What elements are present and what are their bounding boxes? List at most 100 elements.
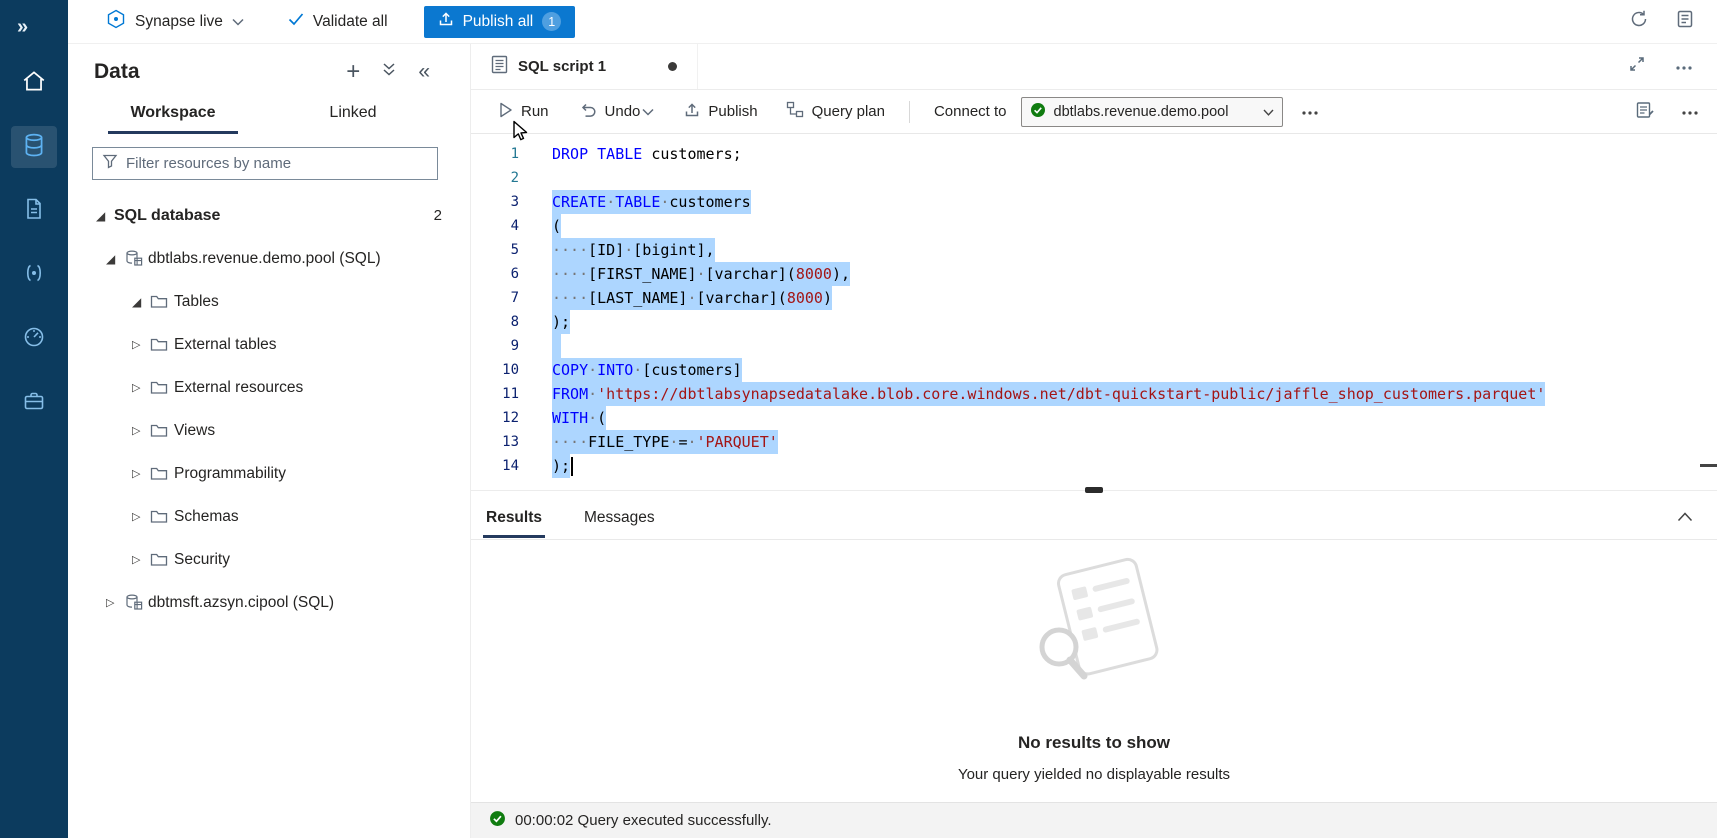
line-number: 8 [471,310,519,334]
code-line-10[interactable]: 10COPY·INTO·[customers] [471,358,1717,382]
tree-item-schemas[interactable]: ▷ Schemas [68,495,470,538]
publish-label: Publish [708,103,757,120]
expand-rail-button[interactable]: » [11,6,57,48]
collapse-panel-icon[interactable]: « [418,60,430,84]
code-line-1[interactable]: 1DROP TABLE customers; [471,142,1717,166]
pool-online-icon [1030,102,1046,122]
undo-icon [579,101,597,122]
chevron-collapsed-icon[interactable]: ▷ [132,381,150,394]
refresh-button[interactable] [1629,9,1649,34]
environment-picker[interactable]: Synapse live [106,9,244,34]
filter-resources-input[interactable] [126,155,428,172]
panel-splitter[interactable] [471,490,1717,496]
code-line-2[interactable]: 2 [471,166,1717,190]
home-icon [21,68,47,99]
nav-integrate-button[interactable] [11,254,57,296]
query-plan-button[interactable]: Query plan [786,101,885,122]
tree-item-views[interactable]: ▷Views [68,409,470,452]
code-editor[interactable]: 1DROP TABLE customers;23CREATE·TABLE·cus… [471,134,1717,490]
code-line-6[interactable]: 6····[FIRST_NAME]·[varchar](8000), [471,262,1717,286]
add-icon[interactable]: + [346,62,360,82]
chevron-collapsed-icon[interactable]: ▷ [132,424,150,437]
data-panel-header: Data + « [68,44,470,88]
code-line-12[interactable]: 12WITH·( [471,406,1717,430]
publish-all-icon [438,11,454,32]
undo-dropdown-button[interactable] [642,103,654,120]
nav-data-button[interactable] [11,126,57,168]
tab-messages[interactable]: Messages [581,498,658,538]
connect-to-pool-select[interactable]: dbtlabs.revenue.demo.pool [1021,97,1283,127]
tree-item-external-tables[interactable]: ▷ External tables [68,323,470,366]
success-check-icon [489,810,506,831]
code-line-5[interactable]: 5····[ID]·[bigint], [471,238,1717,262]
more-actions-button[interactable] [1301,103,1319,120]
code-line-4[interactable]: 4( [471,214,1717,238]
line-number: 3 [471,190,519,214]
clipboard-button[interactable] [1675,9,1695,34]
tree-item-external-resources[interactable]: ▷External resources [68,366,470,409]
run-label: Run [521,103,549,120]
tree-item-label: Security [174,551,230,569]
resource-tree: ◢SQL database2◢dbtlabs.revenue.demo.pool… [68,194,470,624]
empty-results-title: No results to show [471,733,1717,753]
data-panel-title: Data [94,60,140,84]
code-line-13[interactable]: 13····FILE_TYPE·=·'PARQUET' [471,430,1717,454]
code-line-8[interactable]: 8); [471,310,1717,334]
nav-rail: » [0,0,68,838]
collapse-results-button[interactable] [1677,509,1717,527]
chevron-collapsed-icon[interactable]: ▷ [132,553,150,566]
expand-editor-button[interactable] [1629,56,1645,77]
tree-item-sql-database[interactable]: ◢SQL database2 [68,194,470,237]
manage-icon [22,389,46,418]
chevron-expanded-icon[interactable]: ◢ [106,252,124,266]
validate-all-button[interactable]: Validate all [288,12,388,31]
environment-label: Synapse live [135,13,223,31]
nav-develop-button[interactable] [11,190,57,232]
tabstrip-more-button[interactable] [1675,58,1693,76]
chevron-collapsed-icon[interactable]: ▷ [132,467,150,480]
tab-sql-script-1[interactable]: SQL script 1 [471,44,698,89]
run-button[interactable]: Run [497,101,549,123]
undo-button[interactable]: Undo [579,101,641,122]
splitter-handle[interactable] [1085,487,1103,493]
tree-item-dbtlabs-revenue-demo-pool-sql[interactable]: ◢dbtlabs.revenue.demo.pool (SQL) [68,237,470,280]
tab-workspace[interactable]: Workspace [108,94,238,134]
nav-monitor-button[interactable] [11,318,57,360]
editor-tabstrip: SQL script 1 [471,44,1717,90]
chevron-collapsed-icon[interactable]: ▷ [132,338,150,351]
folder-icon [150,466,174,481]
chevron-expanded-icon[interactable]: ◢ [132,295,150,309]
code-line-9[interactable]: 9 [471,334,1717,358]
chevron-collapsed-icon[interactable]: ▷ [106,596,124,609]
chevron-expanded-icon[interactable]: ◢ [96,209,114,223]
code-line-14[interactable]: 14); [471,454,1717,478]
validate-check-icon [288,12,304,31]
code-lines: 1DROP TABLE customers;23CREATE·TABLE·cus… [471,142,1717,478]
properties-button[interactable] [1636,101,1655,123]
publish-all-button[interactable]: Publish all 1 [424,6,576,38]
tree-item-security[interactable]: ▷ Security [68,538,470,581]
ellipsis-icon [1301,103,1319,120]
code-line-3[interactable]: 3CREATE·TABLE·customers [471,190,1717,214]
code-line-11[interactable]: 11FROM·'https://dbtlabsynapsedatalake.bl… [471,382,1717,406]
tree-item-dbtmsft-azsyn-cipool-sql[interactable]: ▷dbtmsft.azsyn.cipool (SQL) [68,581,470,624]
line-number: 4 [471,214,519,238]
double-chevron-down-icon[interactable] [382,62,396,82]
tree-item-tables[interactable]: ◢Tables [68,280,470,323]
nav-manage-button[interactable] [11,382,57,424]
tree-item-label: External tables [174,336,277,354]
editor-more-button[interactable] [1681,103,1699,120]
nav-home-button[interactable] [11,62,57,104]
folder-icon [150,552,174,567]
line-number: 9 [471,334,519,358]
tab-linked[interactable]: Linked [288,94,418,134]
clipboard-list-icon [1675,9,1695,34]
tab-results[interactable]: Results [483,498,545,538]
tree-item-label: Schemas [174,508,239,526]
work-area: SQL script 1 [470,44,1717,838]
line-number: 6 [471,262,519,286]
tree-item-programmability[interactable]: ▷Programmability [68,452,470,495]
code-line-7[interactable]: 7····[LAST_NAME]·[varchar](8000) [471,286,1717,310]
chevron-collapsed-icon[interactable]: ▷ [132,510,150,523]
publish-button[interactable]: Publish [684,102,757,122]
